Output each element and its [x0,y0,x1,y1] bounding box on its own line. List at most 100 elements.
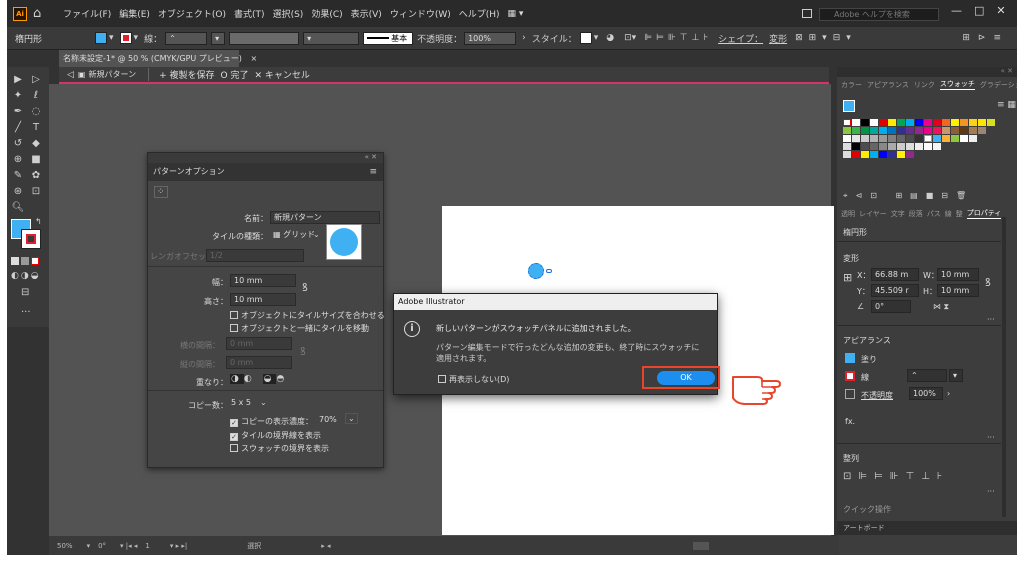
tab-path[interactable]: パス [927,209,941,219]
rotate-tool-icon[interactable]: ↺ [11,137,25,151]
menu-window[interactable]: ウィンドウ(W) [390,7,451,20]
pattern-tile-ellipse[interactable] [528,263,544,279]
done-button[interactable]: O 完了 [221,68,249,81]
selection-tool-icon[interactable]: ▶ [11,73,25,87]
menu-select[interactable]: 選択(S) [273,7,304,20]
symbol-sprayer-icon[interactable]: ✿ [29,169,43,183]
tab-gradient[interactable]: グラデーション [980,80,1017,90]
tab-color[interactable]: カラー [841,80,862,90]
fx-button[interactable]: fx. [845,417,855,426]
dim-dropdown-icon[interactable]: ⌄ [345,413,358,424]
angle-input[interactable]: 0° [871,300,911,313]
dim-copies-checkbox[interactable]: ✓ コピーの表示濃度： [230,416,313,427]
cancel-button[interactable]: ✕ キャンセル [254,68,309,81]
fit-tile-checkbox[interactable]: オブジェクトにタイルサイズを合わせる [230,310,385,321]
x-input[interactable]: 66.88 m [871,268,919,281]
workspace-switcher[interactable]: ▦ ▾ [508,9,524,19]
v-spacing-input[interactable]: 0 mm [226,356,292,369]
ok-button[interactable]: OK [657,371,715,385]
type-tool-icon[interactable]: T [29,121,43,135]
tile-handle-icon[interactable] [546,269,552,273]
opacity-input[interactable]: 100% [464,31,517,45]
more-options-icon[interactable]: ··· [987,315,995,324]
dont-show-again-checkbox[interactable]: 再表示しない(D) [438,374,509,385]
warp-tool-icon[interactable]: ⊕ [11,153,25,167]
appearance-stroke-weight[interactable]: ⌃ [907,369,947,382]
menu-view[interactable]: 表示(V) [351,7,382,20]
stroke-profile-select[interactable]: 基本 [363,31,414,45]
rotation-view[interactable]: 0° [98,542,106,550]
transform-icons[interactable]: ⊠⊞▾⊟▾ [795,33,857,43]
close-button[interactable]: ✕ [996,4,1005,17]
menu-file[interactable]: ファイル(F) [63,7,111,20]
menu-effect[interactable]: 効果(C) [311,7,342,20]
panel-menu-icon[interactable]: ≡ [369,167,377,177]
artboard-tool-icon[interactable]: ⊡ [29,185,43,199]
pattern-name-input[interactable]: 新規パターン [270,211,380,224]
variable-width-profile[interactable] [229,31,300,45]
appearance-opacity-label[interactable]: 不透明度 [861,390,893,401]
tab-layers[interactable]: レイヤー [859,209,887,219]
draw-mode-icons[interactable]: ◐◑◒ [11,271,41,281]
reference-point-icon[interactable]: ⊞ [843,271,852,284]
copies-dropdown-icon[interactable]: ⌄ [260,398,267,407]
transform-link[interactable]: 変形 [769,32,787,45]
artboard-tab[interactable]: アートボード [837,521,1017,535]
panel-collapse-icon[interactable]: « ✕ [148,153,383,163]
horizontal-scrollbar[interactable] [693,541,709,550]
artboard-number[interactable]: 1 [145,542,149,550]
h-spacing-input[interactable]: 0 mm [226,337,292,350]
y-input[interactable]: 45.509 r [871,284,919,297]
close-tab-icon[interactable]: × [250,54,257,63]
swatch-fill-indicator[interactable] [843,100,855,112]
back-arrow-icon[interactable]: ◁ [67,70,74,80]
arrange-docs-icon[interactable] [802,9,812,18]
show-tile-edge-checkbox[interactable]: ✓ タイルの境界線を表示 [230,430,321,441]
tab-character[interactable]: 文字 [891,209,905,219]
brush-definition[interactable]: ▾ [303,31,360,45]
swap-colors-icon[interactable]: ↰ [35,217,42,226]
tab-properties[interactable]: プロパティ [966,208,1002,219]
menu-type[interactable]: 書式(T) [234,7,265,20]
more-tools-icon[interactable]: ··· [21,307,31,318]
color-mode-buttons[interactable] [11,257,39,265]
stroke-weight-input[interactable]: ⌃ [165,31,208,45]
menu-object[interactable]: オブジェクト(O) [158,7,226,20]
line-tool-icon[interactable]: ╱ [11,121,25,135]
tab-links[interactable]: リンク [914,80,935,90]
more-options-icon[interactable]: ··· [987,487,995,496]
home-icon[interactable]: ⌂ [33,6,41,21]
rectangle-tool-icon[interactable]: ■ [29,153,43,167]
zoom-level[interactable]: 50% [57,542,73,550]
overlap-buttons[interactable]: ◑◐ ◒◓ [230,374,288,384]
shape-link[interactable]: シェイプ： [718,32,763,45]
menu-help[interactable]: ヘルプ(H) [459,7,500,20]
dock-collapse-icon[interactable]: « ✕ [837,67,1017,77]
move-tile-checkbox[interactable]: オブジェクトと一緒にタイルを移動 [230,323,369,334]
save-copy-button[interactable]: + 複製を保存 [148,68,215,81]
tile-height-input[interactable]: 10 mm [230,293,296,306]
link-spacing-icon[interactable]: ꝸ [300,344,306,359]
pen-tool-icon[interactable]: ✒ [11,105,25,119]
panel-options-icons[interactable]: ⊞⊳≡ [962,33,1009,43]
more-options-icon[interactable]: ··· [987,433,995,442]
maximize-button[interactable]: □ [974,4,984,17]
show-swatch-bounds-checkbox[interactable]: スウォッチの境界を表示 [230,443,329,454]
screen-mode-icon[interactable]: ⊟ [21,287,29,298]
tab-transparency[interactable]: 透明 [841,209,855,219]
appearance-opacity-input[interactable]: 100% [909,387,943,400]
magic-wand-tool-icon[interactable]: ✦ [11,89,25,103]
appearance-stroke-dropdown[interactable]: ▾ [949,369,963,382]
document-tab[interactable]: 名称未設定-1* @ 50 % (CMYK/GPU プレビュー) × [59,50,257,67]
stroke-color-swatch[interactable] [119,32,132,44]
help-search-input[interactable]: Adobe ヘルプを検索 [819,8,939,21]
tile-width-input[interactable]: 10 mm [230,274,296,287]
curvature-tool-icon[interactable]: ◌ [29,105,43,119]
pencil-tool-icon[interactable]: ✎ [11,169,25,183]
align-buttons[interactable]: ⊡⊫⊨⊪⊤⊥⊦ [843,471,949,482]
direct-selection-tool-icon[interactable]: ▷ [29,73,43,87]
minimize-button[interactable]: — [951,4,962,17]
swatch-view-icons[interactable]: ≡ ▦ [997,100,1016,110]
tab-appearance[interactable]: アピアランス [867,80,909,90]
graphic-style-swatch[interactable] [579,32,592,44]
